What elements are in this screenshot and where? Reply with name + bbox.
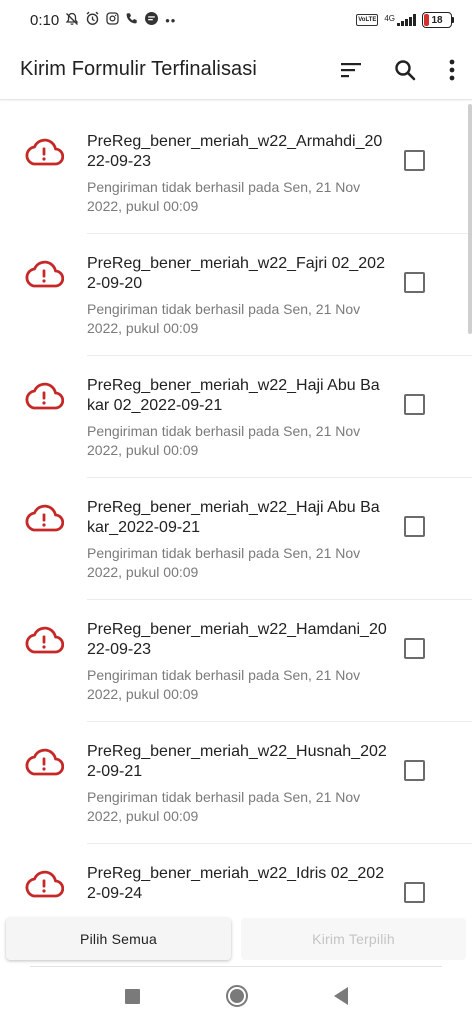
list-item[interactable]: PreReg_bener_meriah_w22_Idris 02_2022-09… [0, 844, 472, 912]
instagram-icon [106, 12, 119, 28]
recents-icon[interactable] [124, 988, 140, 1004]
form-name: PreReg_bener_meriah_w22_Husnah_2022-09-2… [87, 743, 387, 780]
form-status: Pengiriman tidak berhasil pada Sen, 21 N… [87, 789, 361, 824]
cloud-error-icon [25, 138, 64, 166]
divider [30, 966, 442, 967]
list-item[interactable]: PreReg_bener_meriah_w22_Haji Abu Bakar_2… [0, 478, 472, 600]
message-icon [144, 11, 159, 29]
status-bar: 0:10 •• VoLTE 4G 18 [0, 0, 472, 40]
sort-icon [341, 62, 361, 77]
search-button[interactable] [378, 46, 432, 94]
list-item[interactable]: PreReg_bener_meriah_w22_Armahdi_2022-09-… [0, 112, 472, 234]
home-icon[interactable] [225, 985, 248, 1007]
form-checkbox[interactable] [404, 150, 425, 171]
form-checkbox[interactable] [404, 272, 425, 293]
battery-percent: 18 [431, 14, 443, 26]
search-icon [395, 59, 416, 80]
more-dots-icon: •• [165, 12, 177, 28]
sort-button[interactable] [324, 46, 378, 94]
form-status: Pengiriman tidak berhasil pada Sen, 21 N… [87, 179, 361, 214]
cloud-error-icon [25, 626, 64, 654]
cloud-error-icon [25, 870, 64, 898]
cloud-error-icon [25, 382, 64, 410]
more-vert-icon [449, 59, 455, 80]
phone-icon [125, 12, 138, 28]
form-status: Pengiriman tidak berhasil pada Sen, 21 N… [87, 423, 361, 458]
form-name: PreReg_bener_meriah_w22_Idris 02_2022-09… [87, 865, 385, 902]
alarm-icon [85, 11, 100, 29]
send-selected-button[interactable]: Kirim Terpilih [241, 918, 466, 960]
form-name: PreReg_bener_meriah_w22_Armahdi_2022-09-… [87, 133, 383, 170]
form-status: Pengiriman tidak berhasil pada Sen, 21 N… [87, 301, 361, 336]
form-name: PreReg_bener_meriah_w22_Fajri 02_2022-09… [87, 255, 385, 292]
form-status: Pengiriman tidak berhasil pada Sen, 21 N… [87, 545, 361, 580]
back-icon[interactable] [333, 987, 348, 1005]
cloud-error-icon [25, 504, 64, 532]
system-nav-bar [0, 968, 472, 1024]
list-item[interactable]: PreReg_bener_meriah_w22_Haji Abu Bakar 0… [0, 356, 472, 478]
list-item[interactable]: PreReg_bener_meriah_w22_Fajri 02_2022-09… [0, 234, 472, 356]
form-checkbox[interactable] [404, 638, 425, 659]
cloud-error-icon [25, 748, 64, 776]
battery-icon: 18 [422, 12, 454, 28]
form-status: Pengiriman tidak berhasil pada Sen, 21 N… [87, 667, 361, 702]
cloud-error-icon [25, 260, 64, 288]
list-item[interactable]: PreReg_bener_meriah_w22_Hamdani_2022-09-… [0, 600, 472, 722]
scrollbar[interactable] [468, 104, 472, 334]
network-type: 4G [384, 14, 395, 23]
form-name: PreReg_bener_meriah_w22_Haji Abu Bakar_2… [87, 499, 380, 536]
volte-badge: VoLTE [356, 14, 379, 26]
app-bar: Kirim Formulir Terfinalisasi [0, 40, 472, 100]
page-title: Kirim Formulir Terfinalisasi [20, 58, 257, 80]
overflow-menu-button[interactable] [432, 46, 472, 94]
bell-off-icon [65, 12, 79, 29]
form-checkbox[interactable] [404, 760, 425, 781]
form-checkbox[interactable] [404, 882, 425, 903]
form-name: PreReg_bener_meriah_w22_Haji Abu Bakar 0… [87, 377, 380, 414]
select-all-button[interactable]: Pilih Semua [6, 918, 231, 960]
list-item[interactable]: PreReg_bener_meriah_w22_Husnah_2022-09-2… [0, 722, 472, 844]
form-checkbox[interactable] [404, 394, 425, 415]
form-name: PreReg_bener_meriah_w22_Hamdani_2022-09-… [87, 621, 387, 658]
form-list[interactable]: PreReg_bener_meriah_w22_Armahdi_2022-09-… [0, 112, 472, 912]
signal-icon [397, 14, 416, 26]
clock: 0:10 [30, 11, 60, 29]
bottom-action-bar: Pilih Semua Kirim Terpilih [0, 912, 472, 968]
form-checkbox[interactable] [404, 516, 425, 537]
